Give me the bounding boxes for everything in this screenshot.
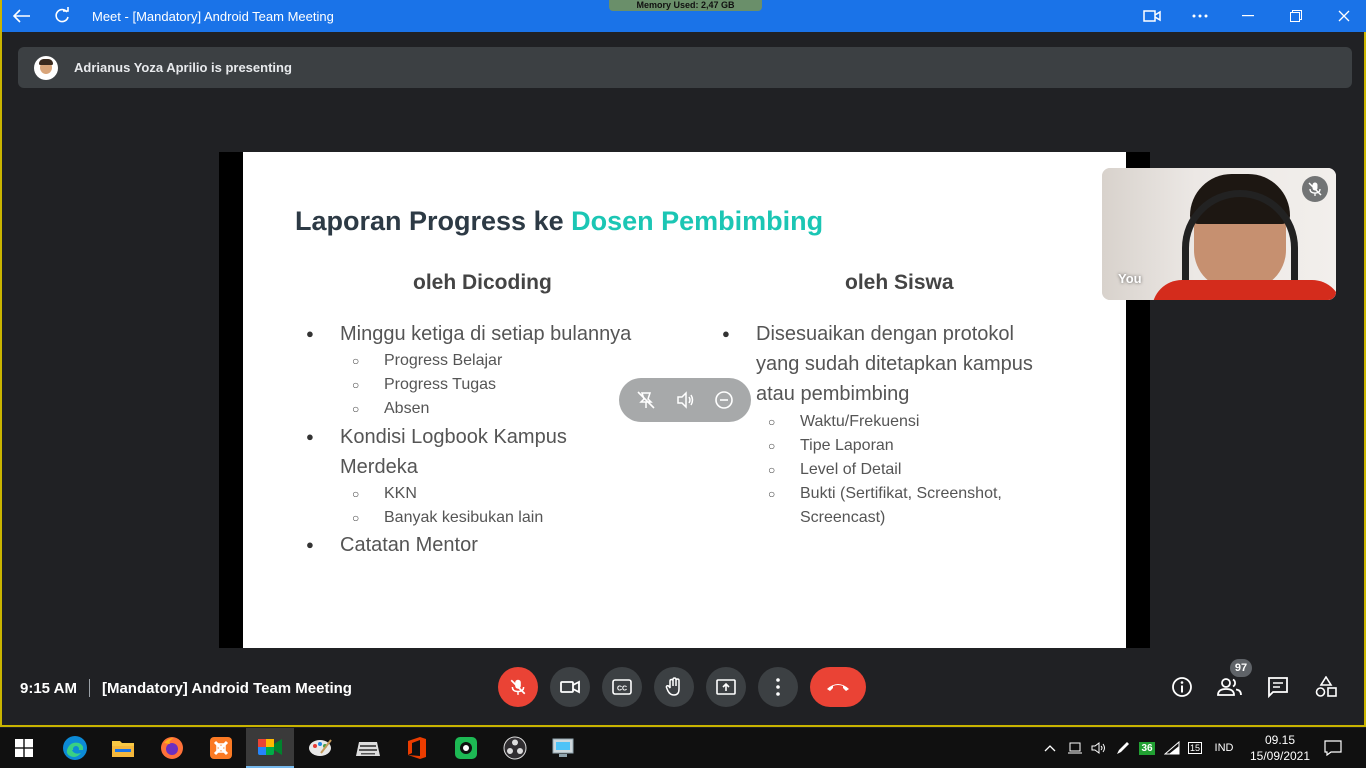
sub-bullet-item: Bukti (Sertifikat, Screenshot, — [768, 482, 1002, 506]
current-time: 9:15 AM — [20, 679, 77, 697]
obs-icon[interactable] — [491, 728, 539, 768]
unpin-icon[interactable] — [633, 387, 659, 413]
title-bar: Meet - [Mandatory] Android Team Meeting … — [2, 0, 1366, 32]
camera-toggle-button[interactable] — [550, 667, 590, 707]
notification-center-button[interactable] — [1318, 728, 1348, 768]
calendar-tray-icon[interactable]: 15 — [1186, 728, 1204, 768]
office-icon[interactable] — [393, 728, 441, 768]
restore-button[interactable] — [1272, 0, 1320, 32]
sub-bullet-item: Tipe Laporan — [768, 434, 894, 458]
meeting-info: 9:15 AM [Mandatory] Android Team Meeting — [20, 679, 352, 697]
bullet-item: Catatan Mentor — [306, 530, 478, 560]
bullet-item: Kondisi Logbook Kampus — [306, 422, 567, 452]
windows-taskbar: 36 15 IND 09.15 15/09/2021 — [0, 728, 1366, 768]
minimize-button[interactable] — [1224, 0, 1272, 32]
pen-tray-icon[interactable] — [1112, 728, 1134, 768]
presentation-overlay-controls — [619, 378, 751, 422]
clock-time: 09.15 — [1264, 733, 1296, 747]
control-bar: 9:15 AM [Mandatory] Android Team Meeting… — [4, 655, 1366, 725]
google-meet-icon[interactable] — [246, 728, 294, 768]
paint-app-icon[interactable] — [296, 728, 344, 768]
participants-button[interactable] — [1215, 672, 1245, 702]
presenting-banner: Adrianus Yoza Aprilio is presenting — [18, 47, 1352, 88]
meeting-name: [Mandatory] Android Team Meeting — [101, 679, 352, 697]
sub-bullet-item: KKN — [352, 482, 417, 506]
avatar — [34, 55, 58, 80]
battery-tray-icon[interactable]: 36 — [1137, 728, 1157, 768]
edge-icon[interactable] — [51, 728, 99, 768]
more-options-vertical-button[interactable] — [758, 667, 798, 707]
more-options-button[interactable] — [1176, 0, 1224, 32]
clock-date: 15/09/2021 — [1249, 749, 1311, 763]
sub-bullet-item: Banyak kesibukan lain — [352, 506, 543, 530]
chat-button[interactable] — [1263, 672, 1293, 702]
meet-window: Meet - [Mandatory] Android Team Meeting … — [0, 0, 1366, 727]
meeting-details-button[interactable] — [1167, 672, 1197, 702]
network-adapter-icon[interactable] — [1064, 728, 1086, 768]
right-column-heading: oleh Siswa — [845, 271, 954, 294]
calendar-tray-label: 15 — [1187, 742, 1202, 754]
mic-toggle-button[interactable] — [498, 667, 538, 707]
sub-bullet-item: Waktu/Frekuensi — [768, 410, 920, 434]
mic-muted-icon — [1302, 176, 1328, 202]
volume-tray-icon[interactable] — [1088, 728, 1110, 768]
bullet-item: Minggu ketiga di setiap bulannya — [306, 319, 631, 349]
sub-bullet-item: Progress Belajar — [352, 349, 502, 373]
bullet-item: Disesuaikan dengan protokol — [722, 319, 1014, 349]
svg-text:CC: CC — [617, 686, 627, 693]
sub-bullet-item: Absen — [352, 397, 430, 421]
bullet-item-continuation: atau pembimbing — [756, 383, 910, 405]
back-button[interactable] — [2, 0, 42, 32]
wifi-tray-icon[interactable] — [1161, 728, 1183, 768]
raise-hand-button[interactable] — [654, 667, 694, 707]
close-button[interactable] — [1320, 0, 1366, 32]
bullet-item-continuation: yang sudah ditetapkan kampus — [756, 353, 1033, 375]
slide-title-accent: Dosen Pembimbing — [571, 206, 824, 236]
taskbar-clock[interactable]: 09.15 15/09/2021 — [1244, 732, 1316, 764]
camera-app-icon[interactable] — [442, 728, 490, 768]
left-column-heading: oleh Dicoding — [413, 271, 552, 294]
video-icon-button[interactable] — [1128, 0, 1176, 32]
remove-icon[interactable] — [711, 387, 737, 413]
file-explorer-icon[interactable] — [99, 728, 147, 768]
presenting-text: Adrianus Yoza Aprilio is presenting — [74, 60, 292, 75]
activities-button[interactable] — [1311, 672, 1341, 702]
sub-bullet-continuation: Screencast) — [800, 509, 886, 526]
bullet-item-continuation: Merdeka — [340, 456, 418, 478]
language-indicator[interactable]: IND — [1208, 728, 1240, 768]
self-video-tile[interactable]: You — [1102, 168, 1336, 300]
firefox-icon[interactable] — [148, 728, 196, 768]
slide-title: Laporan Progress ke Dosen Pembimbing — [295, 206, 824, 236]
remote-desktop-icon[interactable] — [540, 728, 588, 768]
self-tile-label: You — [1118, 271, 1142, 286]
captions-button[interactable]: CC — [602, 667, 642, 707]
screen: Meet - [Mandatory] Android Team Meeting … — [0, 0, 1366, 768]
keyboard-app-icon[interactable] — [344, 728, 392, 768]
sub-bullet-item: Level of Detail — [768, 458, 902, 482]
show-hidden-icons-button[interactable] — [1042, 728, 1058, 768]
volume-icon[interactable] — [672, 387, 698, 413]
end-call-button[interactable] — [810, 667, 866, 707]
xampp-icon[interactable] — [197, 728, 245, 768]
start-button[interactable] — [0, 728, 48, 768]
window-title: Meet - [Mandatory] Android Team Meeting — [92, 8, 334, 24]
present-screen-button[interactable] — [706, 667, 746, 707]
sub-bullet-item: Progress Tugas — [352, 373, 496, 397]
memory-indicator: Memory Used: 2,47 GB — [609, 0, 762, 11]
battery-label: 36 — [1139, 741, 1155, 755]
refresh-button[interactable] — [42, 0, 82, 32]
